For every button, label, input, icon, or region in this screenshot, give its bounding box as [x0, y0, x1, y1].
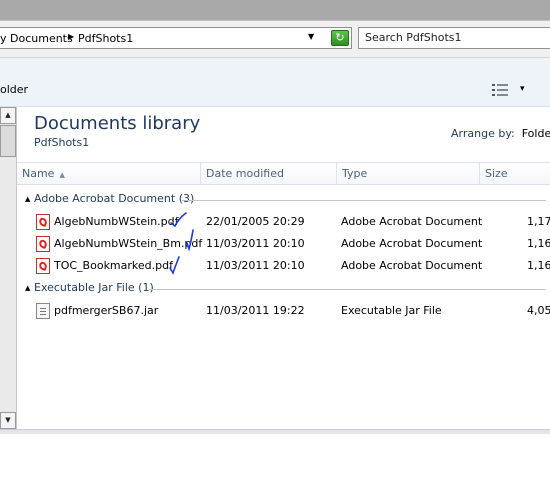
sort-ascending-icon: ▲ [59, 171, 65, 179]
handwritten-check-icon [170, 212, 187, 228]
pdf-file-icon [36, 214, 50, 230]
file-list-pane: Documents library PdfShots1 Arrange by: F… [17, 107, 550, 429]
file-name[interactable]: AlgebNumbWStein_Bm.pdf [54, 237, 202, 250]
file-name[interactable]: TOC_Bookmarked.pdf [54, 259, 173, 272]
pdf-file-icon [36, 258, 50, 274]
column-name-label: Name [22, 167, 55, 180]
arrange-by-value[interactable]: Folde [522, 127, 550, 140]
group-header-acrobat[interactable]: ▲ Adobe Acrobat Document (3) [17, 192, 550, 208]
column-header-date[interactable]: Date modified [201, 163, 337, 184]
library-subtitle: PdfShots1 [34, 136, 90, 149]
breadcrumb-separator-icon[interactable]: ▶ [68, 32, 74, 41]
group-divider [182, 200, 546, 201]
arrange-by-label: Arrange by: [451, 127, 515, 140]
search-input[interactable]: Search PdfShots1 [358, 27, 550, 49]
file-row[interactable]: AlgebNumbWStein.pdf 22/01/2005 20:29 Ado… [17, 212, 550, 232]
address-bar-area: y Documents ▶ PdfShots1 ▼ ↻ Search PdfSh… [0, 21, 550, 58]
file-date: 22/01/2005 20:29 [206, 215, 305, 228]
file-date: 11/03/2011 19:22 [206, 304, 305, 317]
pdf-file-icon [36, 236, 50, 252]
file-row[interactable]: pdfmergerSB67.jar 11/03/2011 19:22 Execu… [17, 301, 550, 321]
group-label: Adobe Acrobat Document (3) [34, 192, 195, 205]
library-title: Documents library [34, 113, 201, 134]
details-view-icon[interactable] [492, 84, 508, 96]
group-label: Executable Jar File (1) [34, 281, 154, 294]
breadcrumb-documents[interactable]: y Documents [0, 32, 73, 45]
file-type: Adobe Acrobat Document [341, 259, 483, 272]
file-size: 1,17 [527, 215, 550, 228]
scroll-thumb[interactable] [0, 125, 16, 157]
scroll-up-icon[interactable]: ▲ [0, 107, 16, 124]
file-name[interactable]: pdfmergerSB67.jar [54, 304, 158, 317]
scroll-down-icon[interactable]: ▼ [0, 412, 16, 429]
group-divider [149, 289, 546, 290]
file-row[interactable]: TOC_Bookmarked.pdf 11/03/2011 20:10 Adob… [17, 256, 550, 276]
file-type: Executable Jar File [341, 304, 442, 317]
column-header-type[interactable]: Type [337, 163, 480, 184]
command-toolbar: older ▾ [0, 58, 550, 107]
file-type: Adobe Acrobat Document [341, 237, 483, 250]
file-name[interactable]: AlgebNumbWStein.pdf [54, 215, 179, 228]
file-size: 1,16 [527, 259, 550, 272]
arrange-by-control[interactable]: Arrange by: Folde [451, 127, 550, 140]
column-header-row: Name ▲ Date modified Type Size [17, 162, 550, 185]
details-pane [0, 434, 550, 487]
file-date: 11/03/2011 20:10 [206, 237, 305, 250]
collapse-group-icon[interactable]: ▲ [25, 284, 30, 292]
group-header-jar[interactable]: ▲ Executable Jar File (1) [17, 281, 550, 297]
refresh-button[interactable]: ↻ [331, 30, 349, 46]
column-header-name[interactable]: Name ▲ [17, 163, 201, 184]
file-row[interactable]: AlgebNumbWStein_Bm.pdf 11/03/2011 20:10 … [17, 229, 550, 254]
nav-pane-scrollbar[interactable]: ▲ ▼ [0, 107, 17, 429]
file-type: Adobe Acrobat Document [341, 215, 483, 228]
view-options-dropdown-icon[interactable]: ▾ [520, 84, 525, 94]
window-titlebar [0, 0, 550, 21]
address-history-dropdown-icon[interactable]: ▼ [308, 32, 314, 41]
collapse-group-icon[interactable]: ▲ [25, 195, 30, 203]
new-folder-button[interactable]: older [0, 83, 28, 96]
column-header-size[interactable]: Size [480, 163, 550, 184]
breadcrumb-pdfshots1[interactable]: PdfShots1 [78, 32, 133, 45]
file-size: 4,05 [527, 304, 550, 317]
jar-file-icon [36, 303, 50, 319]
handwritten-check-icon [169, 256, 180, 275]
file-date: 11/03/2011 20:10 [206, 259, 305, 272]
file-size: 1,16 [527, 237, 550, 250]
address-bar[interactable]: y Documents ▶ PdfShots1 ▼ ↻ [0, 27, 352, 49]
handwritten-check-icon [186, 229, 194, 252]
